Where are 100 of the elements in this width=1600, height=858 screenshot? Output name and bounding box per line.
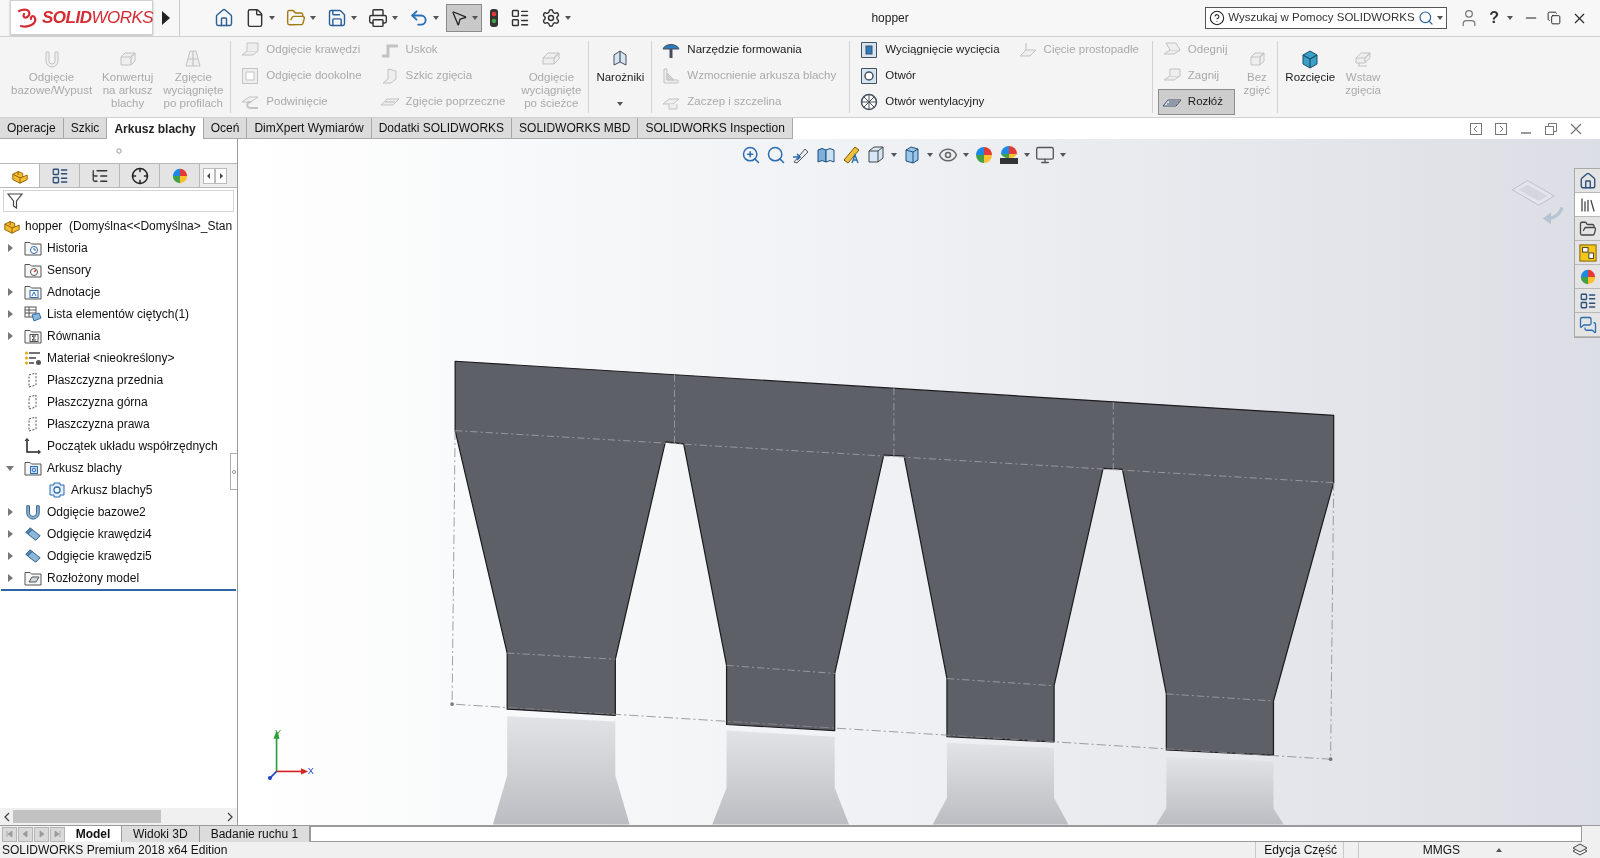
filter-field[interactable]	[3, 190, 234, 212]
appearance-ball-icon[interactable]	[974, 145, 994, 165]
filter-icon	[7, 193, 23, 209]
cursor-icon[interactable]	[450, 9, 468, 27]
tree-item[interactable]: Odgięcie krawędzi4	[47, 525, 152, 543]
tree-item[interactable]: Sensory	[47, 261, 92, 279]
material-list-icon	[24, 350, 42, 366]
caret-icon[interactable]	[565, 16, 571, 20]
expand-arrow-icon[interactable]	[162, 11, 170, 25]
caret-icon[interactable]	[891, 153, 897, 157]
ribbon-button[interactable]: Narożniki	[591, 37, 650, 117]
open-folder-icon[interactable]	[286, 8, 306, 28]
command-tab[interactable]: Arkusz blachy	[107, 118, 204, 139]
undo-icon[interactable]	[409, 8, 429, 28]
traffic-light-icon[interactable]	[489, 8, 499, 28]
scene-ball-icon[interactable]	[999, 145, 1019, 165]
tile-right-icon[interactable]	[1495, 122, 1507, 135]
tree-item[interactable]: Płaszczyzna prawa	[47, 415, 150, 433]
panel-tab[interactable]	[80, 164, 120, 187]
settings-icon[interactable]	[541, 8, 561, 28]
model-tab[interactable]: Badanie ruchu 1	[199, 826, 311, 842]
pencil-icon[interactable]	[841, 145, 861, 165]
scroll-left-icon[interactable]	[3, 811, 11, 822]
model-tab[interactable]: Model	[65, 826, 122, 842]
help-icon	[1209, 10, 1226, 26]
restore-icon[interactable]	[1545, 122, 1557, 135]
caret-icon[interactable]	[392, 16, 398, 20]
tree-item[interactable]: Równania	[47, 327, 101, 345]
scrollbar-thumb[interactable]	[13, 810, 161, 823]
horizontal-scrollbar[interactable]	[0, 808, 237, 825]
eye-icon[interactable]	[938, 145, 958, 165]
zoom-area-icon[interactable]	[766, 145, 786, 165]
caret-icon[interactable]	[617, 102, 624, 106]
tree-item[interactable]: Arkusz blachy5	[71, 481, 153, 499]
help-search-field[interactable]: Wyszukaj w Pomocy SOLIDWORKS	[1205, 7, 1448, 29]
tree-item[interactable]: Płaszczyzna górna	[47, 393, 148, 411]
caret-icon[interactable]	[1437, 16, 1444, 20]
tree-item[interactable]: Początek układu współrzędnych	[47, 437, 218, 455]
tile-left-icon[interactable]	[1470, 122, 1482, 135]
tree-item[interactable]: Odgięcie bazowe2	[47, 503, 146, 521]
ribbon-button[interactable]: Narzędzie formowania	[657, 37, 845, 63]
tree-item[interactable]: Arkusz blachy	[47, 459, 122, 477]
scroll-left-icon[interactable]	[203, 167, 215, 184]
origin-axes-icon	[24, 438, 42, 454]
print-icon[interactable]	[368, 8, 388, 28]
property-list-icon[interactable]	[50, 166, 69, 185]
caret-icon[interactable]	[433, 16, 439, 20]
view-cube-icon[interactable]	[866, 145, 886, 165]
caret-icon[interactable]	[351, 16, 357, 20]
ribbon-button[interactable]: Rozłóż	[1157, 89, 1236, 115]
caret-up-icon[interactable]	[1496, 848, 1502, 852]
panel-tab[interactable]	[120, 164, 160, 187]
save-icon[interactable]	[327, 8, 347, 28]
tree-item[interactable]: Adnotacje	[47, 283, 101, 301]
caret-icon[interactable]	[1024, 153, 1030, 157]
cut-list-icon	[24, 306, 42, 322]
tree-item[interactable]: Płaszczyzna przednia	[47, 371, 164, 389]
sheet-stack-icon[interactable]	[1572, 843, 1588, 857]
sheet-box-icon	[117, 49, 138, 69]
tree-root[interactable]: hopper (Domyślna<<Domyślna>_Stan	[25, 217, 233, 235]
color-ball-icon[interactable]	[170, 166, 189, 185]
scroll-right-icon[interactable]	[215, 167, 227, 184]
tree-item[interactable]: Odgięcie krawędzi5	[47, 547, 152, 565]
caret-icon[interactable]	[269, 16, 275, 20]
search-icon[interactable]	[1418, 10, 1435, 26]
cube-icon	[1300, 49, 1321, 69]
status-units[interactable]: MMGS	[1422, 841, 1460, 858]
ribbon-button[interactable]: Otwór	[855, 63, 1008, 89]
restore-icon[interactable]	[1547, 11, 1561, 25]
caret-icon[interactable]	[472, 16, 478, 20]
sheet-metal-icon	[48, 482, 66, 498]
panel-tab[interactable]	[40, 164, 80, 187]
toolbar-button[interactable]	[446, 4, 482, 32]
tab-strip-scrollbar[interactable]	[310, 826, 1582, 842]
caret-icon[interactable]	[1507, 16, 1513, 20]
ribbon-button[interactable]: Rozcięcie	[1280, 37, 1341, 117]
curved-panels-icon[interactable]	[816, 145, 836, 165]
monitor-icon[interactable]	[1035, 145, 1055, 165]
caret-icon[interactable]	[1060, 153, 1066, 157]
tree-item[interactable]: Materiał <nieokreślony>	[47, 349, 175, 367]
hole-icon	[859, 66, 880, 86]
caret-icon[interactable]	[963, 153, 969, 157]
crosshair-icon[interactable]	[130, 166, 149, 185]
axis-triad	[267, 730, 309, 781]
new-document-icon[interactable]	[245, 8, 265, 28]
ribbon-button[interactable]: Otwór wentylacyjny	[855, 89, 1008, 115]
caret-icon[interactable]	[310, 16, 316, 20]
tree-item[interactable]: Lista elementów ciętych(1)	[47, 305, 190, 323]
shaded-box-icon[interactable]	[902, 145, 922, 165]
collapse-arrow-icon[interactable]	[6, 465, 14, 471]
tree-item[interactable]: Historia	[47, 239, 88, 257]
ribbon-button[interactable]: Wyciągnięcie wycięcia	[855, 37, 1008, 63]
scroll-right-icon[interactable]	[226, 811, 234, 822]
help-menu[interactable]: ?	[1489, 6, 1499, 30]
zoom-to-fit-icon[interactable]	[741, 145, 761, 165]
tree-item[interactable]: Rozłożony model	[47, 569, 140, 587]
model-tab[interactable]: Widoki 3D	[122, 826, 200, 842]
caret-icon[interactable]	[927, 153, 933, 157]
app-logo[interactable]: SOLIDWORKS	[10, 0, 153, 35]
panel-splitter-handle[interactable]	[230, 453, 237, 490]
